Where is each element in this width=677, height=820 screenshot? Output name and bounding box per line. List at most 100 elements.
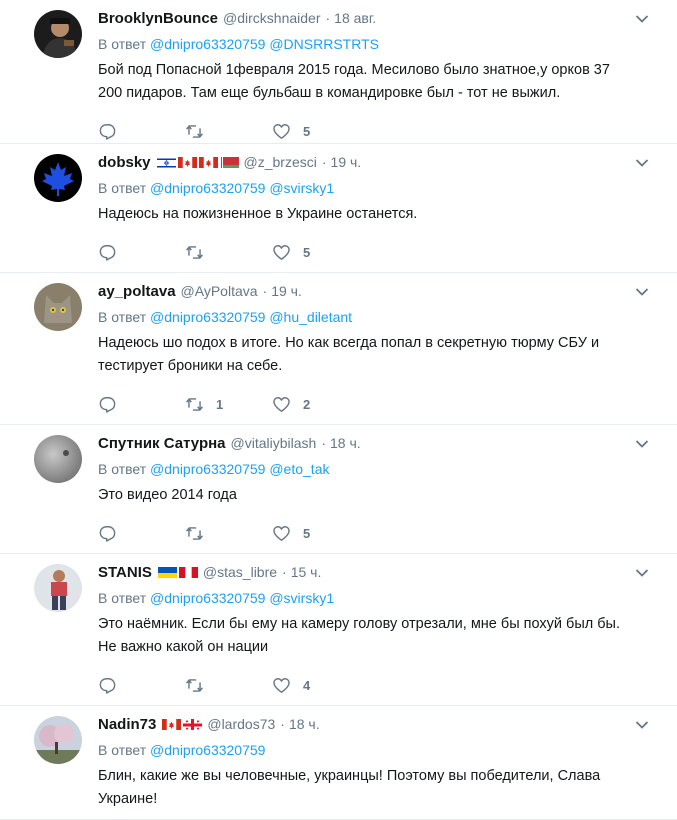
- replying-to: В ответ @dnipro63320759 @eto_tak: [98, 458, 662, 480]
- mention-link[interactable]: @hu_diletant: [269, 309, 352, 325]
- reply-button[interactable]: [98, 524, 185, 543]
- mention-link[interactable]: @DNSRRSTRTS: [269, 36, 379, 52]
- tweet-text-line: Бой под Попасной 1февраля 2015 года. Мес…: [98, 62, 610, 78]
- israel-flag-icon: [156, 156, 176, 168]
- mention-link[interactable]: @dnipro63320759: [150, 309, 265, 325]
- author-name[interactable]: Спутник Сатурна: [98, 435, 226, 452]
- tweet-text: Надеюсь шо подох в итоге. Но как всегда …: [98, 332, 662, 378]
- mention-link[interactable]: @svirsky1: [269, 180, 334, 196]
- tweet-text-line: Надеюсь на пожизненное в Украине останет…: [98, 206, 418, 222]
- avatar[interactable]: [34, 283, 82, 331]
- reply-icon: [98, 395, 129, 414]
- heart-icon: [272, 524, 303, 543]
- tweet-text: Бой под Попасной 1февраля 2015 года. Мес…: [98, 59, 662, 105]
- chevron-down-icon[interactable]: [635, 284, 649, 296]
- mention-link[interactable]: @eto_tak: [269, 461, 329, 477]
- mention-link[interactable]: @dnipro63320759: [150, 461, 265, 477]
- mention-link[interactable]: @dnipro63320759: [150, 180, 265, 196]
- heart-icon: [272, 243, 303, 262]
- reply-tweet[interactable]: STANIS @stas_libre · 15 ч. В ответ @dnipro63…: [0, 554, 677, 706]
- retweet-button[interactable]: [185, 243, 272, 262]
- tweet-actions: 5: [98, 232, 662, 272]
- tweet-actions: 12: [98, 384, 662, 424]
- separator-dot: ·: [280, 716, 285, 732]
- replying-to: В ответ @dnipro63320759 @DNSRRSTRTS: [98, 33, 662, 55]
- timestamp[interactable]: 18 ч.: [330, 435, 361, 451]
- tweet-text-line: тестирует броники на себе.: [98, 358, 283, 374]
- retweet-button[interactable]: [185, 524, 272, 543]
- mention-link[interactable]: @dnipro63320759: [150, 36, 265, 52]
- author-name[interactable]: dobsky: [98, 154, 151, 171]
- retweet-icon: [185, 524, 216, 543]
- mention-link[interactable]: @dnipro63320759: [150, 742, 265, 758]
- author-handle[interactable]: @z_brzesci: [244, 154, 317, 170]
- reply-prefix: В ответ: [98, 742, 147, 758]
- author-handle[interactable]: @stas_libre: [203, 564, 277, 580]
- like-button[interactable]: 5: [272, 243, 359, 262]
- tweet-header: STANIS @stas_libre · 15 ч.: [98, 554, 662, 585]
- tweet-text-line: Надеюсь шо подох в итоге. Но как всегда …: [98, 335, 600, 351]
- reply-button[interactable]: [98, 243, 185, 262]
- tweet-header: BrooklynBounce @dirckshnaider · 18 авг.: [98, 0, 662, 31]
- replying-to: В ответ @dnipro63320759 @svirsky1: [98, 177, 662, 199]
- like-button[interactable]: 5: [272, 524, 359, 543]
- reply-icon: [98, 243, 129, 262]
- like-button[interactable]: 5: [272, 122, 359, 141]
- author-name[interactable]: BrooklynBounce: [98, 10, 218, 27]
- author-handle[interactable]: @lardos73: [207, 716, 275, 732]
- mention-link[interactable]: @dnipro63320759: [150, 590, 265, 606]
- timestamp[interactable]: 19 ч.: [271, 283, 302, 299]
- tweet-text-line: Украине!: [98, 791, 158, 807]
- timestamp[interactable]: 18 авг.: [334, 10, 376, 26]
- tweet-actions: 4: [98, 665, 662, 705]
- reply-icon: [98, 676, 129, 695]
- like-count: 5: [303, 123, 311, 139]
- reply-prefix: В ответ: [98, 461, 147, 477]
- chevron-down-icon[interactable]: [635, 717, 649, 729]
- author-name[interactable]: ay_poltava: [98, 283, 176, 300]
- reply-tweet[interactable]: BrooklynBounce @dirckshnaider · 18 авг. В от…: [0, 0, 677, 144]
- author-handle[interactable]: @AyPoltava: [181, 283, 258, 299]
- reply-button[interactable]: [98, 676, 185, 695]
- author-name[interactable]: Nadin73: [98, 716, 156, 733]
- chevron-down-icon[interactable]: [635, 11, 649, 23]
- avatar[interactable]: [34, 435, 82, 483]
- chevron-down-icon[interactable]: [635, 436, 649, 448]
- timestamp[interactable]: 15 ч.: [291, 564, 322, 580]
- georgia-flag-icon: [183, 718, 203, 730]
- tweet-text-line: Не важно какой он нации: [98, 639, 269, 655]
- author-handle[interactable]: @vitaliybilash: [231, 435, 317, 451]
- reply-tweet[interactable]: ay_poltava @AyPoltava · 19 ч. В ответ @dnipr…: [0, 273, 677, 425]
- like-button[interactable]: 4: [272, 676, 359, 695]
- belarus-flag-icon: [219, 156, 239, 168]
- flag-emojis: [162, 718, 203, 730]
- retweet-icon: [185, 122, 216, 141]
- reply-tweet[interactable]: Nadin73 @lardos73 · 18 ч. В ответ @dnipro633…: [0, 706, 677, 820]
- reply-button[interactable]: [98, 395, 185, 414]
- timestamp[interactable]: 18 ч.: [289, 716, 320, 732]
- reply-icon: [98, 122, 129, 141]
- flag-emojis: [157, 566, 198, 578]
- retweet-button[interactable]: [185, 676, 272, 695]
- avatar[interactable]: [34, 716, 82, 764]
- peru-flag-icon: [178, 566, 198, 578]
- chevron-down-icon[interactable]: [635, 155, 649, 167]
- reply-tweet[interactable]: dobsky @z_brzesci · 19 ч. В ответ @dnipro633…: [0, 144, 677, 273]
- reply-button[interactable]: [98, 122, 185, 141]
- author-name[interactable]: STANIS: [98, 564, 152, 581]
- avatar[interactable]: [34, 564, 82, 612]
- retweet-button[interactable]: [185, 122, 272, 141]
- tweet-actions: 5: [98, 513, 662, 553]
- retweet-button[interactable]: 1: [185, 395, 272, 414]
- avatar[interactable]: [34, 154, 82, 202]
- author-handle[interactable]: @dirckshnaider: [223, 10, 320, 26]
- reply-prefix: В ответ: [98, 309, 147, 325]
- timestamp[interactable]: 19 ч.: [331, 154, 362, 170]
- like-button[interactable]: 2: [272, 395, 359, 414]
- like-count: 5: [303, 244, 311, 260]
- reply-tweet[interactable]: Спутник Сатурна @vitaliybilash · 18 ч. В отв…: [0, 425, 677, 554]
- like-count: 2: [303, 396, 311, 412]
- mention-link[interactable]: @svirsky1: [269, 590, 334, 606]
- chevron-down-icon[interactable]: [635, 565, 649, 577]
- avatar[interactable]: [34, 10, 82, 58]
